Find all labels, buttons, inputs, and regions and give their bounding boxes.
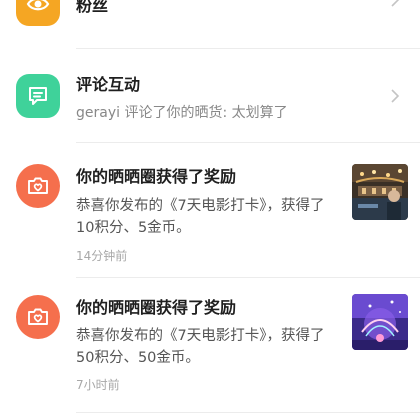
reward-icon-badge — [16, 164, 60, 208]
timestamp: 7小时前 — [76, 378, 120, 392]
chevron-right-icon — [391, 0, 400, 7]
fans-title: 粉丝 — [76, 0, 109, 15]
reward-title: 你的晒晒圈获得了奖励 — [76, 167, 237, 186]
list-item-comments[interactable]: 评论互动 gerayi 评论了你的晒货: 太划算了 — [0, 49, 420, 142]
reward-message: 恭喜你发布的《7天电影打卡》，获得了10积分、5金币。 — [76, 198, 325, 236]
reward-message: 恭喜你发布的《7天电影打卡》，获得了50积分、50金币。 — [76, 328, 325, 366]
neon-illustration — [352, 294, 408, 350]
camera-heart-icon — [28, 177, 48, 194]
chat-bubble-icon — [29, 87, 47, 105]
comments-latest: gerayi 评论了你的晒货: 太划算了 — [76, 105, 288, 121]
carousel-photo — [352, 164, 408, 220]
reward-icon-badge — [16, 295, 60, 339]
comments-title: 评论互动 — [76, 75, 141, 94]
message-list: 粉丝 评论互动 gerayi 评论了你的晒货: 太划算了 你的晒晒圈获得了奖励 … — [0, 0, 420, 420]
comment-icon-badge — [16, 74, 60, 118]
post-thumbnail[interactable] — [352, 294, 408, 350]
post-thumbnail[interactable] — [352, 164, 408, 220]
chevron-right-icon — [391, 89, 400, 103]
timestamp: 14分钟前 — [76, 249, 128, 263]
list-item-reward-notification[interactable]: 你的晒晒圈获得了奖励 恭喜你发布的《7天电影打卡》，获得了10积分、5金币。 1… — [0, 143, 420, 277]
divider — [76, 412, 420, 413]
eye-icon — [26, 0, 50, 11]
fans-icon-badge — [16, 0, 60, 26]
camera-heart-icon — [28, 308, 48, 325]
reward-title: 你的晒晒圈获得了奖励 — [76, 298, 237, 317]
list-item-fans[interactable]: 粉丝 — [0, 0, 420, 48]
list-item-reward-notification[interactable]: 你的晒晒圈获得了奖励 恭喜你发布的《7天电影打卡》，获得了50积分、50金币。 … — [0, 278, 420, 412]
